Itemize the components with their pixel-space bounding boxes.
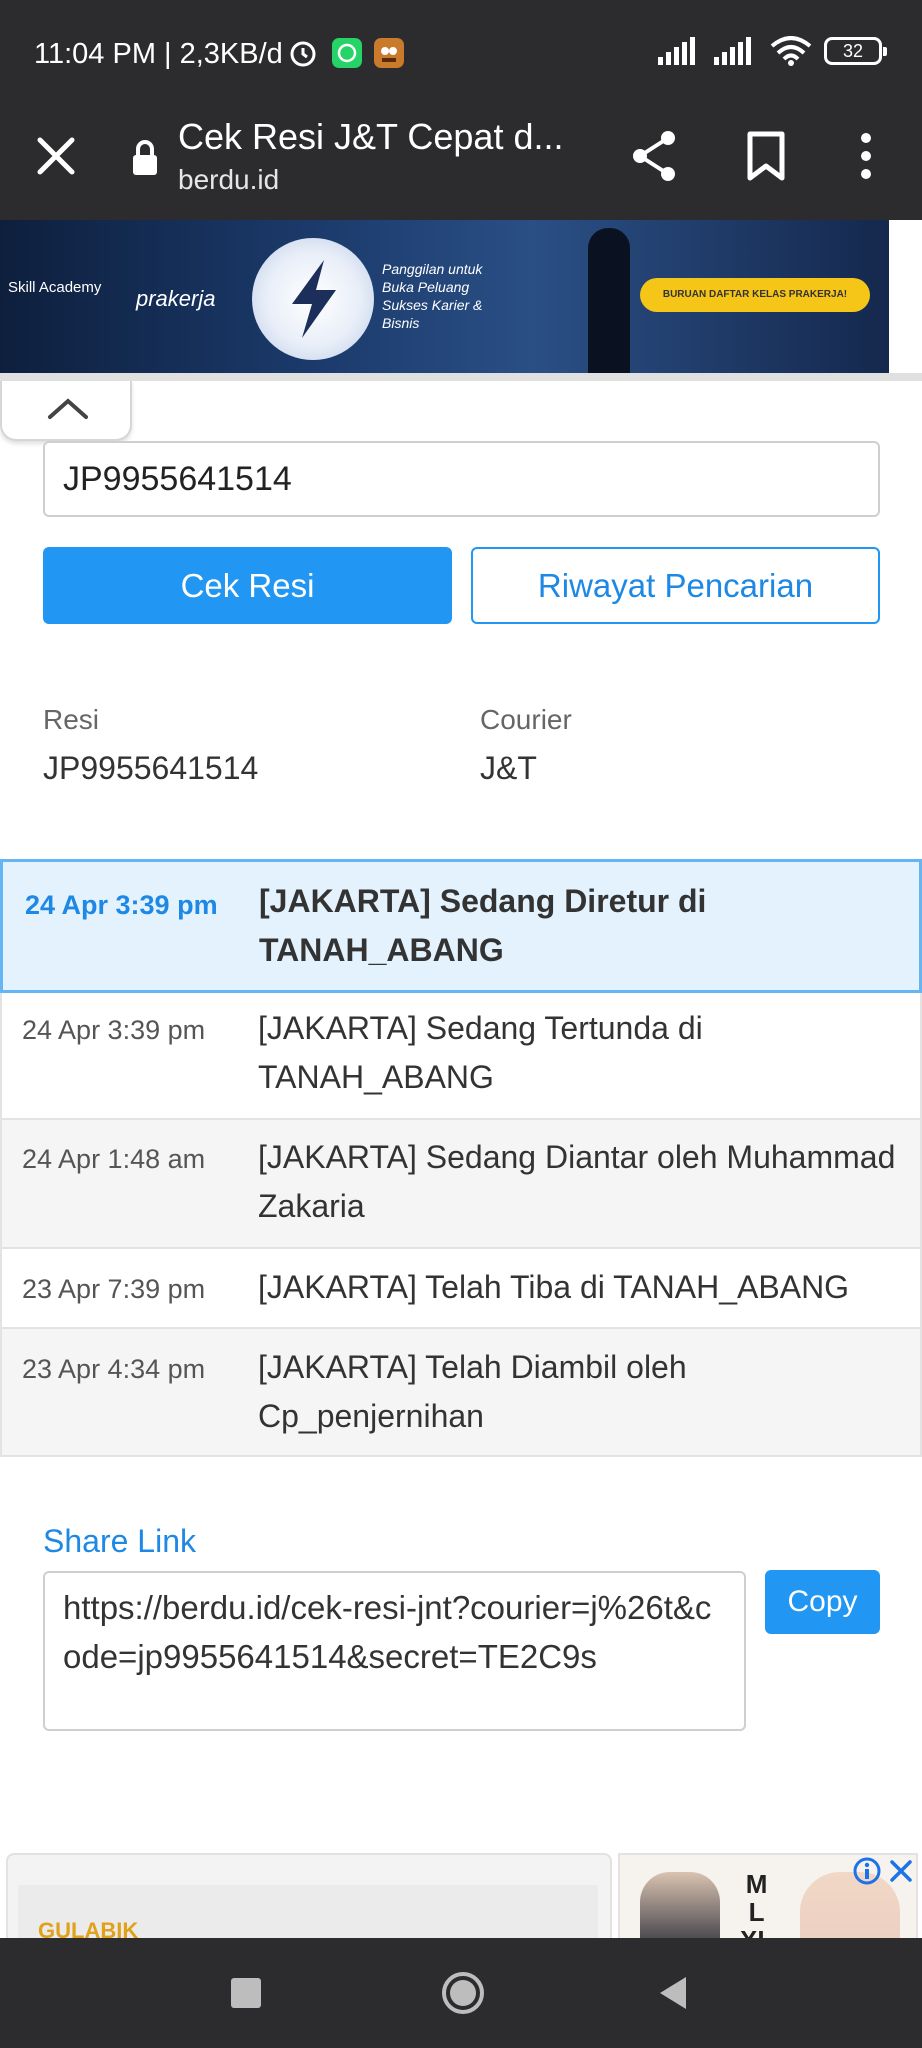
page-title[interactable]: Cek Resi J&T Cepat d... [178, 116, 564, 158]
share-icon[interactable] [628, 128, 680, 184]
status-indicators: 32 [658, 36, 887, 66]
banner-edge [889, 220, 922, 373]
courier-value: J&T [480, 750, 537, 786]
timeline-description: [JAKARTA] Telah Tiba di TANAH_ABANG [258, 1269, 850, 1305]
banner-cta-button[interactable]: BURUAN DAFTAR KELAS PRAKERJA! [640, 278, 870, 312]
timeline-time: 23 Apr 4:34 pm [22, 1354, 206, 1384]
timeline-description: [JAKARTA] Sedang Tertunda di TANAH_ABANG [258, 1010, 703, 1095]
timeline-row: 23 Apr 4:34 pm [JAKARTA] Telah Diambil o… [0, 1329, 922, 1457]
banner-emblem [252, 238, 374, 360]
tracking-number-input[interactable]: JP9955641514 [43, 441, 880, 517]
timeline-time: 24 Apr 3:39 pm [25, 890, 218, 920]
page-domain[interactable]: berdu.id [178, 164, 279, 196]
bolt-logo-icon [292, 260, 336, 338]
timeline-description: [JAKARTA] Sedang Diantar oleh Muhammad Z… [258, 1139, 896, 1224]
close-icon[interactable] [30, 130, 82, 182]
bookmark-icon[interactable] [740, 128, 792, 184]
banner-divider [0, 373, 922, 381]
search-history-button[interactable]: Riwayat Pencarian [471, 547, 880, 624]
resi-label: Resi [43, 704, 100, 735]
whatsapp-icon [332, 38, 362, 68]
timeline-time: 24 Apr 3:39 pm [22, 1015, 206, 1045]
timeline-row: 24 Apr 3:39 pm [JAKARTA] Sedang Tertunda… [0, 993, 922, 1120]
banner-cta-label: BURUAN DAFTAR KELAS PRAKERJA! [662, 289, 848, 300]
check-tracking-button[interactable]: Cek Resi [43, 547, 452, 624]
share-link-field[interactable]: https://berdu.id/cek-resi-jnt?courier=j%… [43, 1571, 746, 1731]
banner-person-silhouette [588, 228, 630, 373]
banner-logo-text: Skill Academy [8, 279, 102, 296]
game-app-icon [374, 38, 404, 68]
timeline-description: [JAKARTA] Sedang Diretur di TANAH_ABANG [259, 883, 707, 968]
copy-button[interactable]: Copy [765, 1570, 880, 1634]
banner-ad[interactable]: Skill Academy prakerja Panggilan untuk B… [0, 220, 889, 373]
status-time: 11:04 PM | 2,3KB/d [34, 38, 283, 70]
timeline-time: 24 Apr 1:48 am [22, 1144, 206, 1174]
ad-info-icon[interactable] [852, 1856, 882, 1886]
lock-icon [133, 140, 157, 175]
home-button[interactable] [441, 1971, 485, 2015]
alarm-icon [290, 41, 316, 67]
recents-button[interactable] [231, 1978, 261, 2008]
signal-icon-1 [658, 37, 695, 65]
timeline-description: [JAKARTA] Telah Diambil oleh Cp_penjerni… [258, 1349, 687, 1434]
share-link-label: Share Link [43, 1523, 196, 1559]
timeline-row: 24 Apr 1:48 am [JAKARTA] Sedang Diantar … [0, 1120, 922, 1249]
timeline-row: 23 Apr 7:39 pm [JAKARTA] Telah Tiba di T… [0, 1249, 922, 1329]
timeline-row: 24 Apr 3:39 pm [JAKARTA] Sedang Diretur … [0, 859, 922, 993]
chevron-up-icon [48, 398, 88, 419]
ad-close-icon[interactable] [888, 1858, 914, 1884]
courier-label: Courier [480, 704, 572, 735]
wifi-icon [770, 36, 812, 66]
resi-value: JP9955641514 [43, 750, 259, 786]
banner-partner-text: prakerja [136, 286, 216, 311]
browser-toolbar: Cek Resi J&T Cepat d... berdu.id [0, 108, 922, 220]
status-bar: 11:04 PM | 2,3KB/d 32 [0, 0, 922, 108]
battery-icon: 32 [824, 37, 887, 65]
collapse-ad-button[interactable] [0, 381, 132, 441]
battery-level: 32 [842, 41, 864, 61]
banner-headline: Panggilan untuk Buka Peluang Sukses Kari… [382, 261, 483, 331]
more-menu-icon[interactable] [846, 128, 886, 184]
back-button[interactable] [656, 1975, 690, 2011]
signal-icon-2 [714, 37, 751, 65]
timeline-time: 23 Apr 7:39 pm [22, 1274, 206, 1304]
